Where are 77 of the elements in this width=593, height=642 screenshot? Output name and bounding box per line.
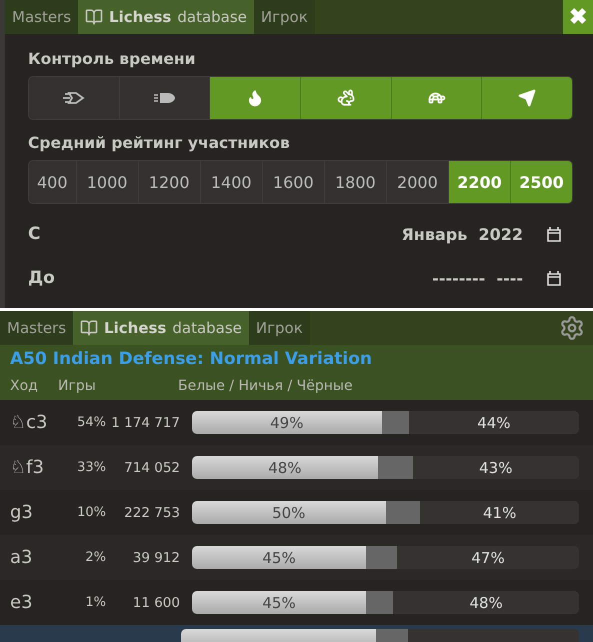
games-count: 714 052 bbox=[123, 460, 180, 476]
move-text: ♘f3 bbox=[10, 457, 45, 478]
move-text: a3 bbox=[10, 547, 34, 568]
first-side-share: 48% bbox=[192, 456, 378, 479]
share-text: 10% bbox=[76, 505, 106, 520]
second-side-share: 48% bbox=[393, 591, 579, 614]
section-title: Контроль времени bbox=[28, 50, 196, 68]
rating-toggle[interactable]: 2500 bbox=[510, 161, 572, 203]
section-title: Средний рейтинг участников bbox=[28, 134, 291, 152]
settings-icon[interactable] bbox=[559, 315, 585, 341]
games-count: 1 174 717 bbox=[110, 414, 180, 430]
move-text: g3 bbox=[10, 502, 34, 523]
games-count: 11 600 bbox=[132, 594, 180, 610]
second-side-share: 41% bbox=[420, 501, 579, 524]
rating-toggle[interactable]: 1600 bbox=[262, 161, 325, 203]
explorer-tab[interactable]: Lichess database bbox=[78, 0, 254, 34]
explorer-tab[interactable]: Игрок bbox=[248, 311, 310, 345]
rating-toggle[interactable]: 400 bbox=[29, 161, 77, 203]
share-text: 33% bbox=[76, 460, 106, 475]
explorer-tab[interactable]: Игрок bbox=[254, 0, 315, 34]
move-text: ♘c3 bbox=[10, 412, 48, 433]
calendar-icon[interactable] bbox=[547, 226, 561, 242]
month-field[interactable]: Январь 2022 bbox=[401, 224, 523, 244]
share-text: 2% bbox=[84, 550, 106, 565]
column-header: Игры bbox=[58, 378, 97, 394]
draw-share bbox=[366, 546, 398, 569]
calendar-icon[interactable] bbox=[547, 270, 561, 286]
second-side-share: 44% bbox=[408, 411, 579, 434]
close-button[interactable]: ✖ bbox=[563, 0, 593, 34]
paper-plane-icon bbox=[518, 89, 536, 107]
date-label: До bbox=[28, 268, 56, 288]
time-control-toggle[interactable] bbox=[29, 77, 120, 119]
rating-toggle[interactable]: 2000 bbox=[386, 161, 449, 203]
rating-toggle[interactable]: 1800 bbox=[324, 161, 387, 203]
first-side-share: 45% bbox=[192, 591, 366, 614]
move-row[interactable]: ♘f3 33% 714 052 48% 43% bbox=[0, 445, 593, 490]
month-field[interactable]: -------- ---- bbox=[432, 268, 523, 288]
date-label: С bbox=[28, 224, 42, 244]
tab-label: Lichess bbox=[109, 8, 172, 26]
share-text: 54% bbox=[76, 415, 106, 430]
rating-toggle[interactable]: 2200 bbox=[448, 161, 511, 203]
rocket-icon bbox=[62, 91, 85, 105]
rabbit-icon bbox=[336, 89, 355, 107]
bullet-icon bbox=[154, 92, 176, 104]
draw-share bbox=[382, 411, 409, 434]
first-side-share: 45% bbox=[192, 546, 366, 569]
share-text: 1% bbox=[84, 595, 106, 610]
tab-label: database bbox=[177, 8, 247, 26]
games-count: 222 753 bbox=[123, 504, 180, 520]
book-icon bbox=[85, 8, 104, 26]
explorer-tab[interactable]: Masters bbox=[0, 311, 74, 345]
draw-share bbox=[366, 591, 394, 614]
rating-toggle[interactable]: 1200 bbox=[138, 161, 201, 203]
rating-toggle[interactable]: 1000 bbox=[76, 161, 139, 203]
time-control-toggle[interactable] bbox=[120, 77, 210, 119]
explorer-tab[interactable]: Lichess database bbox=[73, 311, 249, 345]
time-control-toggle[interactable] bbox=[392, 77, 482, 119]
time-control-toggle[interactable] bbox=[301, 77, 392, 119]
move-text: e3 bbox=[10, 592, 34, 613]
book-icon bbox=[80, 319, 98, 337]
second-side-share: 43% bbox=[412, 456, 579, 479]
second-side-share: 47% bbox=[397, 546, 579, 569]
draw-share bbox=[378, 456, 413, 479]
first-side-share: 49% bbox=[192, 411, 382, 434]
column-header: Белые / Ничья / Чёрные bbox=[178, 378, 353, 394]
draw-share bbox=[386, 501, 420, 524]
explorer-tab[interactable]: Masters bbox=[5, 0, 78, 34]
first-side-share: 50% bbox=[192, 501, 386, 524]
time-control-toggle[interactable] bbox=[210, 77, 302, 119]
tab-label: database bbox=[172, 319, 242, 337]
time-control-toggle[interactable] bbox=[482, 77, 572, 119]
column-header: Ход bbox=[10, 378, 39, 394]
games-count: 39 912 bbox=[132, 550, 180, 566]
move-row[interactable] bbox=[0, 625, 593, 642]
rating-toggle[interactable]: 1400 bbox=[200, 161, 263, 203]
tab-label: Lichess bbox=[104, 319, 166, 337]
move-row[interactable]: a3 2% 39 912 45% 47% bbox=[0, 535, 593, 580]
